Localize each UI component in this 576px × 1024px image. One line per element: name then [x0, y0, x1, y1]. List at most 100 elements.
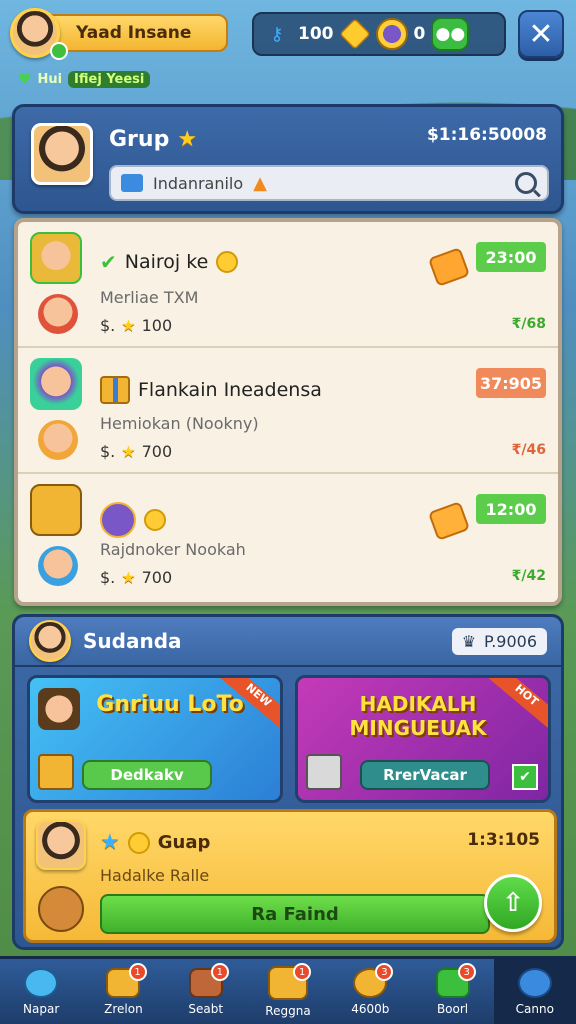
nav-label: Napar	[23, 1001, 60, 1016]
check-icon: ✔	[100, 250, 117, 274]
nav-label: Seabt	[188, 1001, 224, 1016]
promo-cta-button[interactable]: RrerVacar	[360, 760, 490, 790]
cost-prefix: $.	[100, 316, 116, 335]
offer-avatar-small	[38, 420, 78, 460]
notification-badge: 1	[293, 963, 312, 981]
quest-find-button[interactable]: Ra Faind	[100, 894, 490, 934]
offer-price-button[interactable]: 37:905	[476, 368, 546, 398]
offer-gift-icon	[30, 484, 82, 536]
offer-cost: $. ★ 700	[100, 568, 172, 587]
globe-icon	[24, 967, 59, 998]
offer-price-button[interactable]: 23:00	[476, 242, 546, 272]
offer-ratio: ₹/42	[511, 568, 546, 584]
quest-avatar	[36, 820, 86, 870]
cost-value: 100	[141, 316, 173, 335]
nav-label: Boorl	[436, 1001, 469, 1016]
group-title-text: Grup	[109, 127, 170, 152]
close-button[interactable]: ✕	[518, 10, 564, 58]
nav-item-map[interactable]: Napar	[0, 959, 82, 1024]
notification-badge: 1	[210, 963, 229, 981]
notification-badge: 1	[128, 963, 147, 981]
nav-item-2[interactable]: 1 Zrelon	[82, 959, 164, 1024]
arrow-up-icon[interactable]: ⇧	[484, 874, 542, 932]
quest-title: ★ Guap	[100, 830, 210, 855]
status-left: Hui	[37, 71, 63, 87]
gift-icon	[100, 376, 130, 404]
star-icon: ★	[177, 127, 198, 152]
nav-label: Canno	[515, 1001, 554, 1016]
offer-subtitle: Rajdnoker Nookah	[100, 540, 246, 559]
offer-cost: $. ★ 100	[100, 316, 172, 335]
squad-count-value: P.9006	[484, 631, 537, 651]
coin-icon	[144, 509, 166, 531]
offer-price-button[interactable]: 12:00	[476, 494, 546, 524]
offer-title	[100, 502, 174, 538]
star-icon: ★	[121, 568, 136, 587]
medal-icon[interactable]	[375, 18, 408, 50]
group-avatar[interactable]	[31, 123, 93, 185]
check-icon: ✔	[512, 764, 538, 790]
chats-count: 0	[413, 24, 426, 44]
notification-badge: 3	[457, 963, 476, 981]
gem-icon[interactable]	[338, 18, 371, 50]
nav-item-4[interactable]: 1 Reggna	[247, 959, 329, 1024]
search-icon[interactable]	[515, 172, 537, 194]
player-profile[interactable]: Yaad Insane	[10, 8, 228, 60]
offer-cost: $. ★ 700	[100, 442, 172, 461]
star-icon: ★	[121, 442, 136, 461]
nav-label: Reggna	[265, 1003, 311, 1018]
squad-avatar[interactable]	[29, 620, 71, 662]
key-icon: ⚷	[270, 23, 284, 45]
promo-headline: HADIKALH MINGUEUAK	[349, 692, 487, 740]
offer-subtitle: Merliae TXM	[100, 288, 199, 307]
cost-prefix: $.	[100, 568, 116, 587]
offer-list: ✔ Nairoj ke Merliae TXM $. ★ 100 23:00 ₹…	[14, 218, 562, 606]
promo-cta-button[interactable]: Dedkakv	[82, 760, 212, 790]
trophy-icon: ♛	[461, 631, 477, 651]
nav-label: Zrelon	[104, 1001, 143, 1016]
star-icon: ★	[100, 830, 120, 855]
offer-title: ✔ Nairoj ke	[100, 250, 239, 274]
chat-icon[interactable]: ●●	[431, 17, 470, 51]
promo-card-left[interactable]: NEW Gnriuu LoTo Dedkakv	[27, 675, 283, 803]
nav-item-settings[interactable]: Canno	[493, 959, 576, 1024]
coin-icon	[127, 831, 150, 854]
status-tag: Ifiej Yeesi	[68, 70, 151, 88]
list-item[interactable]: Rajdnoker Nookah $. ★ 700 12:00 ₹/42	[18, 474, 558, 600]
star-icon: ★	[121, 316, 136, 335]
cost-prefix: $.	[100, 442, 116, 461]
gear-icon	[517, 967, 552, 998]
notification-badge: 3	[375, 963, 394, 981]
group-title: Grup ★	[109, 127, 197, 152]
bottom-nav: Napar 1 Zrelon 1 Seabt 1 Reggna 3 4600b …	[0, 956, 576, 1024]
offer-avatar	[30, 358, 82, 410]
promo-headline: Gnriuu LoTo	[96, 692, 244, 717]
fire-icon: ▲	[253, 172, 268, 194]
quest-timer: 1:3:105	[467, 830, 540, 850]
treasure-box-icon	[38, 754, 74, 790]
squad-header: Sudanda ♛ P.9006	[15, 617, 561, 667]
group-panel: Grup ★ $1:16:50008 Indanranilo ▲	[12, 104, 564, 214]
medal-icon	[100, 502, 136, 538]
quest-card: ★ Guap 1:3:105 Hadalke Ralle Ra Faind ⇧	[23, 809, 557, 943]
quest-subtitle: Hadalke Ralle	[100, 866, 210, 885]
list-item[interactable]: Flankain Ineadensa Hemiokan (Nookny) $. …	[18, 348, 558, 474]
nav-item-3[interactable]: 1 Seabt	[165, 959, 247, 1024]
nav-item-5[interactable]: 3 4600b	[329, 959, 411, 1024]
offer-ratio: ₹/46	[511, 442, 546, 458]
cost-value: 700	[141, 568, 173, 587]
squad-title: Sudanda	[83, 629, 182, 653]
cost-value: 700	[141, 442, 173, 461]
offer-title-text: Nairoj ke	[124, 251, 209, 273]
offer-subtitle: Hemiokan (Nookny)	[100, 414, 259, 433]
nav-item-6[interactable]: 3 Boorl	[411, 959, 493, 1024]
keys-count: 100	[298, 24, 334, 44]
offer-avatar-small	[38, 546, 78, 586]
promo-card-right[interactable]: HOT HADIKALH MINGUEUAK RrerVacar ✔	[295, 675, 551, 803]
group-search-input[interactable]: Indanranilo ▲	[109, 165, 549, 201]
status-line: ♥ Hui Ifiej Yeesi	[18, 70, 151, 88]
squad-panel: Sudanda ♛ P.9006 NEW Gnriuu LoTo Dedkakv…	[12, 614, 564, 950]
offer-title: Flankain Ineadensa	[100, 376, 322, 404]
list-item[interactable]: ✔ Nairoj ke Merliae TXM $. ★ 100 23:00 ₹…	[18, 222, 558, 348]
boost-icon	[427, 247, 471, 287]
